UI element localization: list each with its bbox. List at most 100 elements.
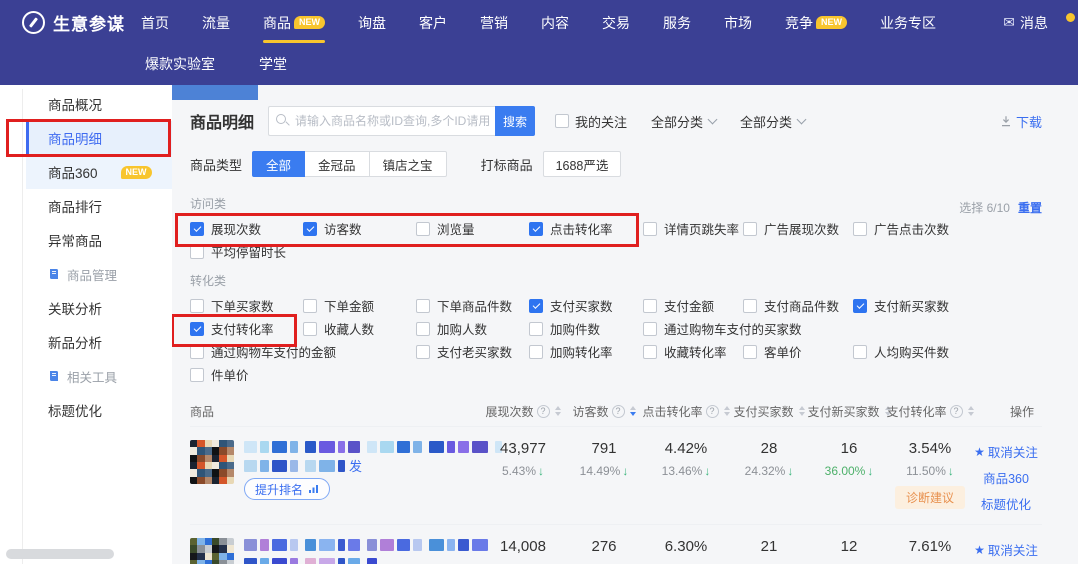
- metric-checkbox-广告展现次数[interactable]: 广告展现次数: [743, 219, 853, 238]
- sort-icon[interactable]: [555, 406, 561, 416]
- checkbox-icon[interactable]: [416, 222, 430, 236]
- metric-checkbox-通过购物车支付的金额[interactable]: 通过购物车支付的金额: [190, 342, 303, 361]
- column-header-支付新买家数[interactable]: 支付新买家数: [808, 403, 890, 420]
- metric-checkbox-下单商品件数[interactable]: 下单商品件数: [416, 296, 529, 315]
- product-subtitle-censored[interactable]: 发: [244, 459, 505, 472]
- checkbox-icon[interactable]: [853, 222, 867, 236]
- checkbox-icon[interactable]: [190, 299, 204, 313]
- type-option-镇店之宝[interactable]: 镇店之宝: [369, 151, 447, 177]
- checkbox-icon[interactable]: [190, 245, 204, 259]
- sort-icon[interactable]: [799, 406, 805, 416]
- column-header-点击转化率[interactable]: 点击转化率?: [642, 403, 730, 420]
- metric-checkbox-收藏人数[interactable]: 收藏人数: [303, 319, 416, 338]
- checkbox-icon[interactable]: [190, 345, 204, 359]
- checkbox-icon[interactable]: [416, 299, 430, 313]
- nav-item-询盘[interactable]: 询盘: [358, 0, 386, 47]
- sidebar-item-商品排行[interactable]: 商品排行: [26, 189, 172, 223]
- checkbox-checked-icon[interactable]: [529, 299, 543, 313]
- help-icon[interactable]: ?: [706, 405, 719, 418]
- scrollbar-thumb[interactable]: [6, 549, 114, 559]
- product-image[interactable]: [190, 440, 234, 484]
- action-取消关注[interactable]: ★取消关注: [974, 540, 1038, 559]
- checkbox-checked-icon[interactable]: [190, 222, 204, 236]
- checkbox-icon[interactable]: [743, 222, 757, 236]
- my-follow-checkbox[interactable]: 我的关注: [555, 112, 627, 131]
- nav-item-客户[interactable]: 客户: [419, 0, 447, 47]
- sidebar-item-商品明细[interactable]: 商品明细: [26, 121, 172, 155]
- metric-checkbox-支付金额[interactable]: 支付金额: [643, 296, 743, 315]
- nav-item-商品[interactable]: 商品NEW: [263, 0, 325, 47]
- checkbox-icon[interactable]: [416, 322, 430, 336]
- metric-checkbox-支付新买家数[interactable]: 支付新买家数: [853, 296, 1042, 315]
- category-dropdown[interactable]: 全部分类: [651, 112, 716, 131]
- sidebar-item-标题优化[interactable]: 标题优化: [26, 393, 172, 427]
- checkbox-icon[interactable]: [743, 345, 757, 359]
- metric-checkbox-人均购买件数[interactable]: 人均购买件数: [853, 342, 1042, 361]
- subnav-item-学堂[interactable]: 学堂: [259, 54, 287, 74]
- help-icon[interactable]: ?: [612, 405, 625, 418]
- metric-checkbox-访客数[interactable]: 访客数: [303, 219, 416, 238]
- metric-checkbox-详情页跳失率[interactable]: 详情页跳失率: [643, 219, 743, 238]
- column-header-访客数[interactable]: 访客数?: [566, 403, 642, 420]
- metric-checkbox-展现次数[interactable]: 展现次数: [190, 219, 303, 238]
- nav-item-交易[interactable]: 交易: [602, 0, 630, 47]
- action-商品360[interactable]: 商品360: [983, 468, 1029, 487]
- download-button[interactable]: 下载: [1000, 112, 1042, 131]
- checkbox-icon[interactable]: [190, 368, 204, 382]
- nav-item-流量[interactable]: 流量: [202, 0, 230, 47]
- metric-checkbox-加购件数[interactable]: 加购件数: [529, 319, 643, 338]
- checkbox-icon[interactable]: [643, 222, 657, 236]
- sort-icon[interactable]: [630, 406, 636, 416]
- sidebar-item-异常商品[interactable]: 异常商品: [26, 223, 172, 257]
- column-header-支付转化率[interactable]: 支付转化率?: [890, 403, 970, 420]
- metric-checkbox-支付商品件数[interactable]: 支付商品件数: [743, 296, 853, 315]
- sidebar-item-商品概况[interactable]: 商品概况: [26, 87, 172, 121]
- boost-rank-button[interactable]: 提升排名: [244, 478, 330, 500]
- tag-option-1688严选[interactable]: 1688严选: [543, 151, 622, 177]
- nav-item-营销[interactable]: 营销: [480, 0, 508, 47]
- product-image[interactable]: [190, 538, 234, 564]
- metric-checkbox-支付转化率[interactable]: 支付转化率: [190, 319, 303, 338]
- checkbox-icon[interactable]: [643, 322, 657, 336]
- metric-checkbox-收藏转化率[interactable]: 收藏转化率: [643, 342, 743, 361]
- checkbox-checked-icon[interactable]: [303, 222, 317, 236]
- nav-item-首页[interactable]: 首页: [141, 0, 169, 47]
- metric-checkbox-下单金额[interactable]: 下单金额: [303, 296, 416, 315]
- help-icon[interactable]: ?: [537, 405, 550, 418]
- action-取消关注[interactable]: ★取消关注: [974, 442, 1038, 461]
- sidebar-item-相关工具[interactable]: 相关工具: [26, 359, 172, 393]
- sidebar-item-新品分析[interactable]: 新品分析: [26, 325, 172, 359]
- checkbox-icon[interactable]: [743, 299, 757, 313]
- metric-checkbox-支付老买家数[interactable]: 支付老买家数: [416, 342, 529, 361]
- checkbox-icon[interactable]: [303, 299, 317, 313]
- checkbox-icon[interactable]: [303, 322, 317, 336]
- product-title-censored[interactable]: [244, 440, 505, 453]
- diagnosis-badge[interactable]: 诊断建议: [895, 486, 965, 509]
- nav-item-服务[interactable]: 服务: [663, 0, 691, 47]
- metric-checkbox-通过购物车支付的买家数[interactable]: 通过购物车支付的买家数: [643, 319, 743, 338]
- column-header-展现次数[interactable]: 展现次数?: [480, 403, 566, 420]
- column-header-支付买家数[interactable]: 支付买家数: [730, 403, 808, 420]
- sidebar-item-关联分析[interactable]: 关联分析: [26, 291, 172, 325]
- messages-button[interactable]: ✉ 消息: [1003, 13, 1048, 33]
- checkbox-icon[interactable]: [529, 345, 543, 359]
- sidebar-item-商品管理[interactable]: 商品管理: [26, 257, 172, 291]
- product-title-censored[interactable]: [244, 538, 495, 551]
- nav-item-市场[interactable]: 市场: [724, 0, 752, 47]
- metric-checkbox-平均停留时长[interactable]: 平均停留时长: [190, 242, 303, 261]
- checkbox-checked-icon[interactable]: [190, 322, 204, 336]
- brand[interactable]: 生意参谋: [22, 10, 125, 35]
- metric-checkbox-浏览量[interactable]: 浏览量: [416, 219, 529, 238]
- checkbox-checked-icon[interactable]: [853, 299, 867, 313]
- sort-icon[interactable]: [724, 406, 730, 416]
- metric-checkbox-客单价[interactable]: 客单价: [743, 342, 853, 361]
- metric-checkbox-加购转化率[interactable]: 加购转化率: [529, 342, 643, 361]
- category-dropdown[interactable]: 全部分类: [740, 112, 805, 131]
- metric-checkbox-支付买家数[interactable]: 支付买家数: [529, 296, 643, 315]
- search-input[interactable]: [268, 106, 495, 136]
- metric-checkbox-下单买家数[interactable]: 下单买家数: [190, 296, 303, 315]
- search-button[interactable]: 搜索: [495, 106, 535, 136]
- checkbox-icon[interactable]: [853, 345, 867, 359]
- reset-link[interactable]: 重置: [1018, 199, 1042, 216]
- checkbox-icon[interactable]: [643, 299, 657, 313]
